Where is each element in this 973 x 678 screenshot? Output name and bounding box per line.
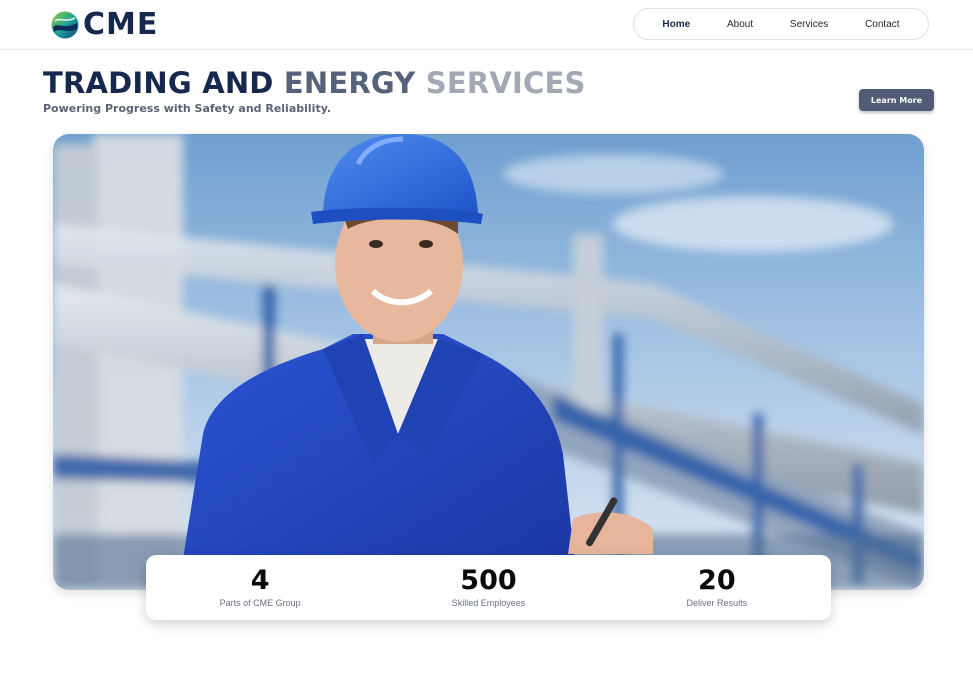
nav-about[interactable]: About: [727, 19, 753, 30]
logo-globe-icon: [51, 11, 79, 39]
logo-text: CME: [83, 7, 159, 42]
stat-item: 20 Deliver Results: [603, 555, 831, 620]
stat-label: Skilled Employees: [451, 598, 526, 608]
title-part-1: TRADING AND: [43, 66, 284, 100]
top-bar: CME Home About Services Contact: [0, 0, 973, 50]
learn-more-button[interactable]: Learn More: [859, 89, 934, 111]
stat-item: 500 Skilled Employees: [374, 555, 602, 620]
stat-label: Deliver Results: [686, 598, 748, 608]
title-part-2: ENERGY: [283, 66, 426, 100]
page-title: TRADING AND ENERGY SERVICES: [43, 66, 586, 100]
title-part-3: SERVICES: [425, 66, 586, 100]
page-subtitle: Powering Progress with Safety and Reliab…: [43, 102, 332, 115]
nav-contact[interactable]: Contact: [865, 19, 899, 30]
stat-value: 500: [460, 565, 517, 596]
main-nav: Home About Services Contact: [633, 8, 929, 40]
logo[interactable]: CME: [50, 9, 158, 41]
nav-services[interactable]: Services: [790, 19, 828, 30]
hero-image: [53, 134, 924, 590]
stat-label: Parts of CME Group: [219, 598, 301, 608]
stat-item: 4 Parts of CME Group: [146, 555, 374, 620]
stat-value: 4: [250, 565, 270, 596]
nav-home[interactable]: Home: [662, 19, 690, 30]
stats-card: 4 Parts of CME Group 500 Skilled Employe…: [146, 555, 831, 620]
worker-photo-illustration: [53, 134, 924, 590]
stat-value: 20: [698, 565, 736, 596]
